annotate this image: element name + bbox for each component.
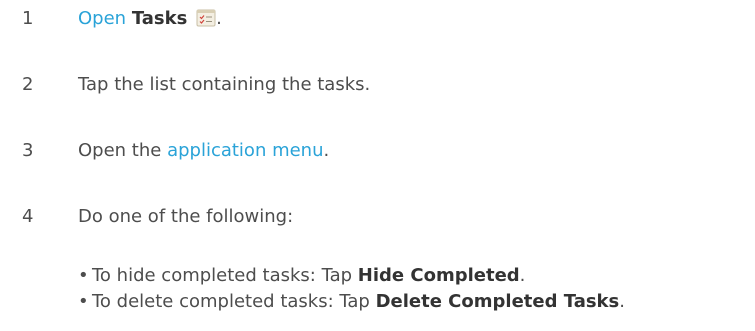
open-link[interactable]: Open [78, 8, 126, 29]
bullet-text: To delete completed tasks: Tap [92, 291, 376, 312]
list-item: • To delete completed tasks: Tap Delete C… [78, 289, 625, 315]
bullet-dot: • [78, 291, 89, 312]
step-3-prefix: Open the [78, 140, 168, 161]
delete-completed-tasks-ui-label: Delete Completed Tasks [375, 291, 620, 312]
tasks-app-icon [196, 9, 216, 27]
bullet-period: . [519, 265, 526, 286]
application-menu-link[interactable]: application menu [167, 140, 323, 161]
step-text: Open Tasks . [78, 6, 222, 32]
bullet-dot: • [78, 265, 89, 286]
bullet-period: . [619, 291, 625, 312]
bullet-text: To hide completed tasks: Tap [92, 265, 358, 286]
list-item: • To hide completed tasks: Tap Hide Compl… [78, 263, 625, 289]
tasks-ui-label: Tasks [131, 8, 188, 29]
step-text: Tap the list containing the tasks. [78, 74, 371, 95]
step-1-period: . [216, 8, 222, 29]
step-text: Do one of the following: [78, 206, 294, 227]
bullet-list: • To hide completed tasks: Tap Hide Compl… [78, 263, 625, 315]
step-text: Open the application menu. [78, 138, 329, 164]
step-number: 4 [22, 206, 34, 227]
hide-completed-ui-label: Hide Completed [357, 265, 520, 286]
step-number: 3 [22, 140, 34, 161]
step-number: 1 [22, 8, 34, 29]
step-3-period: . [323, 140, 330, 161]
step-number: 2 [22, 74, 34, 95]
